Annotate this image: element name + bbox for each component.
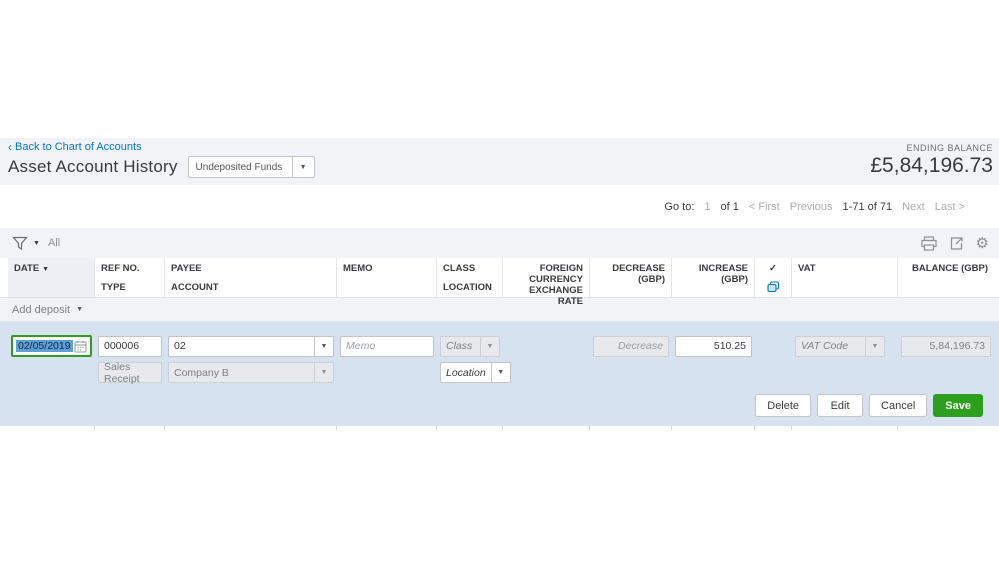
page-number-input[interactable]: 1 — [704, 201, 710, 213]
settings-gear-icon[interactable]: ⚙ — [976, 236, 989, 251]
account-field: Company B ▼ — [168, 362, 334, 383]
column-header-balance: BALANCE (GBP) — [912, 263, 988, 274]
table-header: DATE ▼ REF NO. TYPE PAYEE ACCOUNT MEMO CLAS… — [0, 258, 999, 307]
calendar-icon[interactable] — [74, 340, 87, 353]
account-header-band: ‹ Back to Chart of Accounts Asset Accoun… — [0, 138, 999, 185]
filter-button[interactable]: ▼ All — [12, 236, 60, 251]
location-select[interactable]: Location ▼ — [440, 362, 511, 383]
back-link-label: Back to Chart of Accounts — [15, 141, 142, 153]
class-dropdown-arrow-icon: ▼ — [480, 336, 499, 356]
page-title: Asset Account History — [8, 157, 178, 176]
decrease-placeholder: Decrease — [618, 340, 663, 352]
column-ticks — [8, 426, 994, 430]
table-tools: ⚙ — [920, 235, 989, 251]
row-balance-value: 5,84,196.73 — [929, 340, 985, 352]
column-header-memo: MEMO — [337, 258, 437, 297]
save-button[interactable]: Save — [933, 394, 983, 417]
payee-value: 02 — [174, 340, 186, 352]
ref-no-value: 000006 — [104, 340, 140, 352]
chevron-down-icon[interactable]: ▼ — [291, 157, 314, 177]
first-page-link[interactable]: < First — [749, 201, 780, 213]
last-page-link[interactable]: Last > — [935, 201, 965, 213]
title-row: Asset Account History Undeposited Funds … — [8, 156, 315, 178]
row-balance-field: 5,84,196.73 — [901, 335, 991, 357]
ending-balance-value: £5,84,196.73 — [870, 154, 993, 177]
vat-select: VAT Code ▼ — [795, 335, 885, 357]
account-select-value: Undeposited Funds — [195, 161, 283, 173]
column-header-reconcile: ✓ — [755, 258, 792, 297]
row-range-label: 1-71 of 71 — [842, 200, 893, 213]
column-header-decrease: DECREASE (GBP) — [590, 258, 672, 297]
edit-actions: Delete Edit Cancel Save — [0, 394, 999, 417]
add-deposit-label: Add deposit — [12, 303, 71, 316]
ref-no-input[interactable]: 000006 — [98, 335, 162, 357]
account-dropdown-arrow-icon: ▼ — [314, 363, 333, 382]
account-value: Company B — [174, 366, 229, 379]
column-header-date[interactable]: DATE ▼ — [8, 258, 95, 297]
date-input[interactable]: 02/05/2019 — [11, 335, 92, 357]
header-left: ‹ Back to Chart of Accounts Asset Accoun… — [8, 141, 315, 185]
delete-button[interactable]: Delete — [755, 394, 812, 417]
back-chevron-icon: ‹ — [8, 140, 12, 154]
vat-placeholder: VAT Code — [801, 340, 849, 352]
date-value: 02/05/2019 — [16, 340, 73, 352]
export-icon[interactable] — [949, 236, 964, 251]
payee-select[interactable]: 02 ▼ — [168, 335, 334, 357]
add-deposit-dropdown[interactable]: Add deposit ▼ — [0, 298, 999, 322]
class-select: Class ▼ — [440, 335, 500, 357]
memo-input[interactable]: Memo — [340, 335, 434, 357]
previous-page-link[interactable]: Previous — [790, 201, 833, 213]
next-page-link[interactable]: Next — [902, 201, 925, 213]
check-icon: ✓ — [769, 263, 777, 274]
column-header-increase: INCREASE (GBP) — [672, 258, 755, 297]
pagination-bar: Go to: 1 of 1 < First Previous 1-71 of 7… — [0, 185, 999, 228]
memo-placeholder: Memo — [346, 340, 376, 352]
go-to-label: Go to: — [664, 200, 695, 213]
column-header-class-location: CLASS LOCATION — [437, 258, 503, 297]
account-select[interactable]: Undeposited Funds ▼ — [187, 156, 315, 178]
location-placeholder: Location — [446, 366, 486, 379]
page-count-label: of 1 — [720, 200, 739, 213]
top-whitespace — [0, 0, 999, 138]
filter-all-label: All — [47, 237, 61, 249]
class-placeholder: Class — [446, 340, 473, 352]
transaction-edit-row: 02/05/2019 000006 02 ▼ Memo Class ▼ Decr… — [0, 322, 999, 426]
decrease-input: Decrease — [593, 335, 669, 357]
add-deposit-arrow-icon: ▼ — [76, 306, 84, 313]
print-icon[interactable] — [920, 235, 937, 251]
column-header-vat: VAT — [792, 258, 898, 297]
vat-dropdown-arrow-icon: ▼ — [865, 336, 884, 356]
date-header-label: DATE — [14, 263, 40, 274]
location-dropdown-arrow-icon[interactable]: ▼ — [490, 363, 510, 382]
cancel-button[interactable]: Cancel — [869, 394, 928, 417]
ending-balance-label: ENDING BALANCE — [906, 143, 993, 153]
back-to-chart-of-accounts-link[interactable]: ‹ Back to Chart of Accounts — [8, 141, 315, 153]
filter-dropdown-arrow-icon: ▼ — [33, 239, 40, 247]
payee-dropdown-arrow-icon[interactable]: ▼ — [314, 336, 333, 356]
edit-button[interactable]: Edit — [817, 394, 864, 417]
sort-arrow-icon: ▼ — [42, 266, 50, 273]
type-field: Sales Receipt — [98, 360, 162, 385]
increase-value: 510.25 — [713, 340, 746, 352]
type-value: Sales Receipt — [104, 360, 140, 385]
increase-input[interactable]: 510.25 — [675, 335, 752, 357]
filter-funnel-icon — [12, 236, 28, 251]
copy-icon[interactable] — [766, 281, 780, 293]
column-header-payee-account: PAYEE ACCOUNT — [165, 258, 337, 297]
filter-toolbar: ▼ All ⚙ — [0, 228, 999, 258]
column-header-foreign-currency: FOREIGN CURRENCY EXCHANGE RATE — [503, 258, 590, 307]
ending-balance: ENDING BALANCE £5,84,196.73 — [870, 141, 993, 185]
column-header-refno-type: REF NO. TYPE — [95, 258, 165, 297]
